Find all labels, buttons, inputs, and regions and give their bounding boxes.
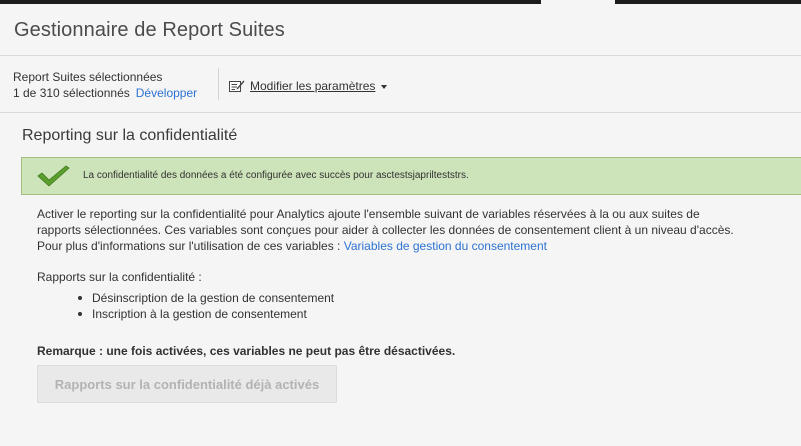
expand-link[interactable]: Développer [136, 86, 197, 100]
checkmark-icon [37, 165, 70, 187]
modify-settings-button[interactable]: Modifier les paramètres [229, 79, 388, 93]
success-banner: La confidentialité des données a été con… [21, 157, 801, 195]
list-item: Inscription à la gestion de consentement [78, 306, 334, 322]
success-message: La confidentialité des données a été con… [83, 170, 469, 181]
description-line: Activer le reporting sur la confidential… [37, 207, 700, 221]
consent-variables-link[interactable]: Variables de gestion du consentement [344, 239, 547, 253]
vertical-divider [218, 68, 219, 100]
divider [0, 55, 801, 56]
remark-note: Remarque : une fois activées, ces variab… [37, 344, 456, 358]
edit-icon [229, 80, 245, 92]
report-suites-label: Report Suites sélectionnées [13, 70, 163, 84]
list-item: Désinscription de la gestion de consente… [78, 290, 334, 306]
report-list: Désinscription de la gestion de consente… [78, 290, 334, 322]
active-tab-marker [541, 0, 615, 4]
top-bar [0, 0, 801, 4]
page-title: Gestionnaire de Report Suites [14, 19, 285, 41]
description-line: Pour plus d'informations sur l'utilisati… [37, 239, 344, 253]
report-suites-selection: Report Suites sélectionnées 1 de 310 sél… [13, 69, 197, 101]
modify-settings-label: Modifier les paramètres [250, 79, 376, 93]
description: Activer le reporting sur la confidential… [37, 206, 737, 254]
chevron-down-icon [381, 85, 388, 89]
report-suites-count: 1 de 310 sélectionnés [13, 86, 130, 100]
description-line: rapports sélectionnées. Ces variables so… [37, 223, 734, 237]
section-title: Reporting sur la confidentialité [22, 127, 238, 144]
divider [0, 112, 801, 113]
activate-privacy-reports-button[interactable]: Rapports sur la confidentialité déjà act… [37, 365, 337, 403]
reports-label: Rapports sur la confidentialité : [37, 270, 202, 284]
